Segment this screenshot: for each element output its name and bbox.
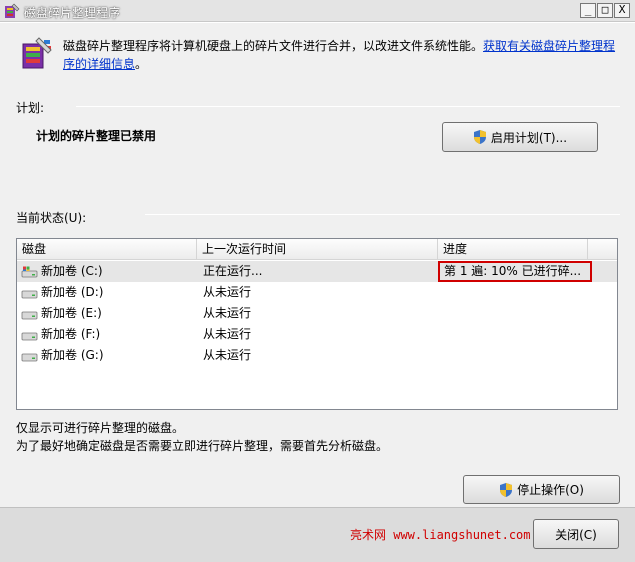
watermark-text: 亮术网 www.liangshunet.com (350, 528, 531, 542)
disk-cell: 新加卷 (C:) (21, 261, 103, 282)
disk-cell: 新加卷 (G:) (21, 345, 104, 366)
table-row[interactable]: 新加卷 (E:) 从未运行 (17, 303, 617, 324)
disk-name: 新加卷 (D:) (41, 285, 104, 299)
minimize-button[interactable]: _ (580, 3, 596, 18)
defrag-header-icon (22, 37, 52, 69)
last-run-cell: 正在运行... (203, 264, 263, 278)
disk-list-header: 磁盘 上一次运行时间 进度 (17, 239, 617, 260)
defrag-app-icon (5, 3, 20, 18)
disk-cell: 新加卷 (E:) (21, 303, 102, 324)
schedule-separator (76, 106, 620, 107)
table-row[interactable]: 新加卷 (F:) 从未运行 (17, 324, 617, 345)
enable-schedule-button[interactable]: 启用计划(T)... (442, 122, 598, 152)
drive-icon (21, 332, 38, 340)
last-run-cell: 从未运行 (203, 285, 252, 299)
disk-name: 新加卷 (C:) (41, 264, 103, 278)
intro-suffix: 。 (135, 57, 148, 71)
disk-list[interactable]: 磁盘 上一次运行时间 进度 新加卷 (C:) 正在运行... 第 1 遍: 10… (16, 238, 618, 410)
drive-icon (21, 353, 38, 361)
dialog-footer: 亮术网 www.liangshunet.com 关闭(C) (0, 507, 635, 562)
disk-cell: 新加卷 (F:) (21, 324, 100, 345)
progress-cell-highlighted: 第 1 遍: 10% 已进行碎... (438, 261, 592, 282)
stop-operation-button[interactable]: 停止操作(O) (463, 475, 620, 504)
disk-name: 新加卷 (F:) (41, 327, 101, 341)
drive-icon (21, 311, 38, 319)
last-run-cell: 从未运行 (203, 348, 252, 362)
table-row[interactable]: 新加卷 (G:) 从未运行 (17, 345, 617, 366)
enable-schedule-label: 启用计划(T)... (490, 130, 568, 145)
close-window-button[interactable]: X (614, 3, 630, 18)
system-drive-icon (21, 266, 38, 277)
column-last-run[interactable]: 上一次运行时间 (197, 239, 438, 260)
title-bar[interactable]: 磁盘碎片整理程序 _ □ X (0, 0, 635, 22)
maximize-button[interactable]: □ (597, 3, 613, 18)
window-title: 磁盘碎片整理程序 (24, 6, 121, 20)
stop-operation-label: 停止操作(O) (517, 483, 584, 497)
intro-description: 磁盘碎片整理程序将计算机硬盘上的碎片文件进行合并，以改进文件系统性能。 (63, 39, 484, 53)
column-progress[interactable]: 进度 (438, 239, 588, 260)
disk-name: 新加卷 (G:) (41, 348, 104, 362)
column-disk[interactable]: 磁盘 (17, 239, 197, 260)
dialog-content: 磁盘碎片整理程序将计算机硬盘上的碎片文件进行合并，以改进文件系统性能。获取有关磁… (0, 23, 635, 507)
last-run-cell: 从未运行 (203, 306, 252, 320)
disk-cell: 新加卷 (D:) (21, 282, 103, 303)
last-run-cell: 从未运行 (203, 327, 252, 341)
close-button[interactable]: 关闭(C) (533, 519, 619, 549)
note-defraggable-only: 仅显示可进行碎片整理的磁盘。 (16, 421, 185, 435)
uac-shield-icon (500, 482, 513, 497)
intro-text: 磁盘碎片整理程序将计算机硬盘上的碎片文件进行合并，以改进文件系统性能。获取有关磁… (63, 37, 623, 73)
uac-shield-icon (473, 130, 486, 144)
current-status-label: 当前状态(U): (16, 211, 87, 225)
disk-name: 新加卷 (E:) (41, 306, 102, 320)
table-row[interactable]: 新加卷 (D:) 从未运行 (17, 282, 617, 303)
close-button-label: 关闭(C) (555, 527, 597, 542)
current-status-separator (145, 214, 620, 215)
table-row[interactable]: 新加卷 (C:) 正在运行... 第 1 遍: 10% 已进行碎... (17, 261, 617, 282)
schedule-label: 计划: (16, 101, 45, 115)
drive-icon (21, 290, 38, 298)
schedule-status-text: 计划的碎片整理已禁用 (36, 129, 157, 143)
note-analyze-first: 为了最好地确定磁盘是否需要立即进行碎片整理，需要首先分析磁盘。 (16, 439, 389, 453)
